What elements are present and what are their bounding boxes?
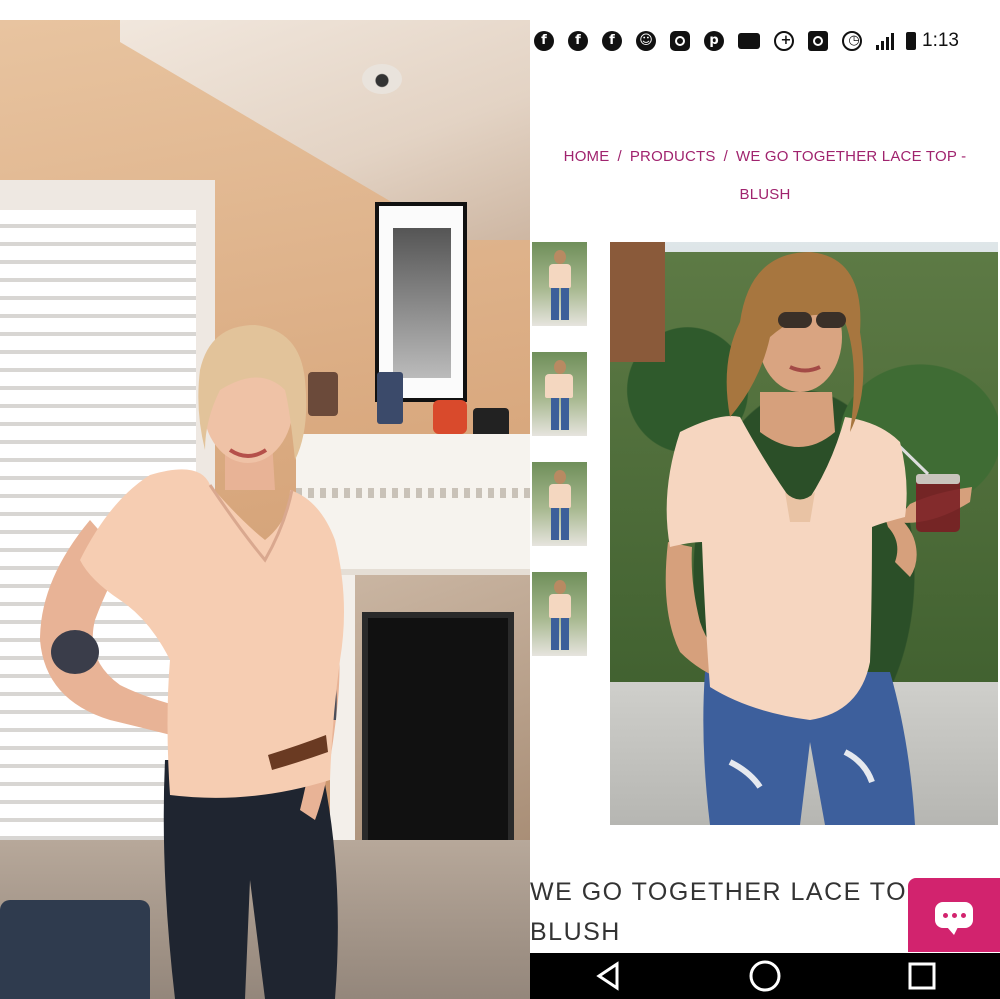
breadcrumb-products-link[interactable]: PRODUCTS: [630, 148, 716, 165]
phone-screenshot: f f f ☺ p + ◷ 1:13 HOME / PRODUCTS / WE GO T…: [530, 20, 1000, 999]
snapchat-icon: ☺: [636, 31, 656, 51]
product-thumbnail[interactable]: [532, 242, 587, 326]
message-icon: [738, 33, 760, 49]
recents-icon: [908, 962, 936, 990]
product-title: WE GO TOGETHER LACE TOP BLUSH: [530, 872, 950, 952]
chat-button[interactable]: [908, 878, 1000, 952]
alarm-icon: ◷: [842, 31, 862, 51]
data-saver-icon: +: [774, 31, 794, 51]
home-button[interactable]: [745, 956, 785, 996]
product-title-line2: BLUSH: [530, 918, 621, 946]
breadcrumb-separator: /: [617, 148, 622, 165]
status-time: 1:13: [922, 30, 959, 51]
nfc-icon: [808, 31, 828, 51]
breadcrumb: HOME / PRODUCTS / WE GO TOGETHER LACE TOP - …: [530, 138, 1000, 214]
chat-bubble-icon: [935, 902, 973, 935]
breadcrumb-home-link[interactable]: HOME: [564, 148, 610, 165]
product-main-image[interactable]: [610, 242, 998, 825]
signal-icon: [876, 32, 896, 50]
breadcrumb-current: WE GO TOGETHER LACE TOP -: [736, 148, 967, 165]
android-nav-bar: [530, 953, 1000, 999]
recents-button[interactable]: [902, 956, 942, 996]
facebook-icon: f: [534, 31, 554, 51]
back-icon: [596, 961, 619, 991]
status-bar: f f f ☺ p + ◷ 1:13: [530, 20, 1000, 62]
back-button[interactable]: [588, 956, 628, 996]
home-icon: [749, 960, 781, 992]
facebook-icon: f: [568, 31, 588, 51]
product-thumbnail[interactable]: [532, 572, 587, 656]
woman-in-blush-tee: [40, 325, 344, 999]
breadcrumb-current-continued: BLUSH: [739, 186, 791, 203]
instagram-icon: [670, 31, 690, 51]
facebook-icon: f: [602, 31, 622, 51]
customer-photo: [0, 20, 530, 999]
product-thumbnail[interactable]: [532, 462, 587, 546]
breadcrumb-separator: /: [723, 148, 728, 165]
pinterest-icon: p: [704, 31, 724, 51]
product-thumbnail[interactable]: [532, 352, 587, 436]
battery-icon: [906, 32, 916, 50]
model-in-blush-lace-top: [665, 252, 972, 825]
product-title-line1: WE GO TOGETHER LACE TOP: [530, 878, 926, 906]
